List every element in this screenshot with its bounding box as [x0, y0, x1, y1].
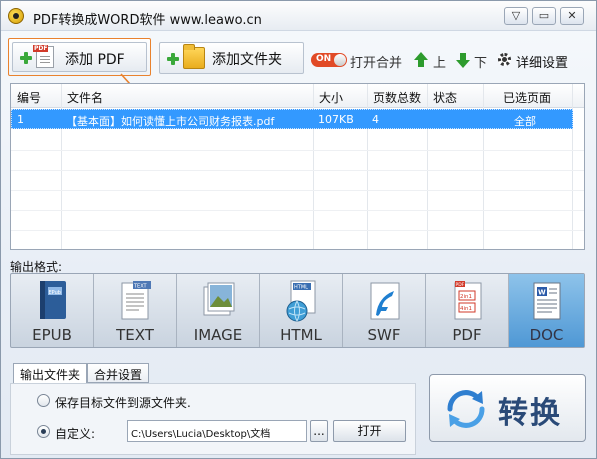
format-name: HTML — [280, 326, 322, 344]
gear-icon[interactable] — [498, 53, 511, 66]
row-size: 107KB — [318, 113, 354, 126]
format-pdf-button[interactable]: PDF 2in1 4in1 PDF — [426, 274, 509, 347]
svg-text:W: W — [538, 289, 546, 297]
add-pdf-button-face[interactable]: 添加 PDF — [12, 42, 147, 72]
column-header[interactable]: 大小 — [319, 89, 343, 106]
arrow-down-icon[interactable] — [456, 53, 470, 68]
html-globe-icon: HTML — [286, 280, 316, 322]
convert-button[interactable]: 转换 — [429, 374, 586, 442]
minimize-button[interactable]: ▽ — [504, 7, 528, 25]
format-bar: EPub EPUB TEXT TEXT IMAGE HTML HTML SWF … — [10, 273, 585, 348]
file-table[interactable]: 编号 文件名 大小 页数总数 状态 已选页面 1 【基本面】如何读懂上市公司财务… — [10, 83, 585, 250]
move-up-label[interactable]: 上 — [433, 52, 446, 71]
add-pdf-button[interactable]: 添加 PDF — [8, 38, 151, 76]
toggle-state-label: ON — [316, 54, 332, 64]
app-window: PDF转换成WORD软件 www.leawo.cn ▽ ▭ ✕ 添加 PDF 添… — [0, 0, 597, 459]
row-file-name: 【基本面】如何读懂上市公司财务报表.pdf — [66, 115, 275, 128]
tab-output-folder[interactable]: 输出文件夹 — [13, 363, 88, 384]
convert-label: 转换 — [498, 396, 562, 431]
column-header[interactable]: 状态 — [433, 89, 457, 106]
format-name: TEXT — [116, 326, 154, 344]
settings-label[interactable]: 详细设置 — [516, 52, 568, 71]
format-image-button[interactable]: IMAGE — [177, 274, 260, 347]
row-divider — [11, 230, 584, 231]
open-merge-label[interactable]: 打开合并 — [350, 52, 402, 71]
plus-icon — [20, 52, 32, 64]
svg-text:PDF: PDF — [456, 282, 465, 288]
pdf-file-icon — [33, 45, 54, 68]
row-divider — [11, 190, 584, 191]
doc-word-icon: W — [533, 282, 561, 320]
format-name: IMAGE — [193, 326, 243, 344]
format-name: EPUB — [32, 326, 72, 344]
save-to-source-label[interactable]: 保存目标文件到源文件夹. — [55, 394, 191, 411]
row-selected-pages[interactable]: 全部 — [514, 113, 536, 129]
table-row[interactable]: 1 【基本面】如何读懂上市公司财务报表.pdf 107KB 4 全部 — [11, 109, 573, 129]
app-logo-icon — [8, 8, 24, 24]
format-swf-button[interactable]: SWF — [343, 274, 426, 347]
close-button[interactable]: ✕ — [560, 7, 584, 25]
title-bar: PDF转换成WORD软件 www.leawo.cn ▽ ▭ ✕ — [1, 1, 596, 31]
row-pages: 4 — [372, 113, 379, 126]
tab-merge-settings[interactable]: 合并设置 — [87, 363, 150, 383]
svg-text:2in1: 2in1 — [460, 294, 472, 300]
custom-folder-label[interactable]: 自定义: — [55, 425, 95, 442]
add-folder-label: 添加文件夹 — [212, 52, 282, 68]
image-photo-icon — [203, 282, 235, 316]
add-pdf-label: 添加 PDF — [65, 52, 125, 68]
text-file-icon: TEXT — [121, 281, 151, 320]
browse-button[interactable]: ... — [310, 420, 328, 442]
column-header[interactable]: 已选页面 — [503, 89, 551, 106]
move-down-label[interactable]: 下 — [474, 52, 487, 71]
convert-arrows-icon — [447, 390, 485, 428]
arrow-up-icon[interactable] — [414, 52, 428, 67]
row-divider — [11, 150, 584, 151]
row-divider — [11, 170, 584, 171]
custom-folder-radio[interactable] — [37, 425, 50, 438]
svg-text:HTML: HTML — [294, 285, 308, 291]
column-header[interactable]: 文件名 — [67, 89, 103, 106]
plus-icon — [167, 53, 179, 65]
svg-text:TEXT: TEXT — [133, 284, 148, 290]
folder-icon — [183, 44, 205, 69]
row-divider — [11, 210, 584, 211]
svg-text:4in1: 4in1 — [460, 306, 472, 312]
open-folder-button[interactable]: 打开 — [333, 420, 406, 442]
format-name: DOC — [529, 326, 564, 344]
format-text-button[interactable]: TEXT TEXT — [94, 274, 177, 347]
merge-toggle[interactable]: ON — [311, 53, 347, 67]
pdf-merge-icon: PDF 2in1 4in1 — [454, 281, 482, 320]
format-doc-button[interactable]: W DOC — [509, 274, 584, 347]
window-title: PDF转换成WORD软件 www.leawo.cn — [33, 13, 262, 28]
restore-button[interactable]: ▭ — [532, 7, 556, 25]
format-name: PDF — [452, 326, 482, 344]
add-folder-button[interactable]: 添加文件夹 — [159, 42, 304, 74]
table-header: 编号 文件名 大小 页数总数 状态 已选页面 — [11, 84, 584, 108]
column-header[interactable]: 页数总数 — [373, 89, 421, 106]
format-epub-button[interactable]: EPub EPUB — [11, 274, 94, 347]
format-html-button[interactable]: HTML HTML — [260, 274, 343, 347]
output-path-input[interactable]: C:\Users\Lucia\Desktop\文档 — [127, 420, 307, 442]
row-index: 1 — [17, 113, 24, 126]
epub-book-icon: EPub — [40, 281, 66, 319]
column-header[interactable]: 编号 — [17, 89, 41, 106]
format-name: SWF — [367, 326, 401, 344]
svg-text:EPub: EPub — [49, 290, 61, 296]
swf-flash-icon — [370, 282, 400, 320]
save-to-source-radio[interactable] — [37, 394, 50, 407]
